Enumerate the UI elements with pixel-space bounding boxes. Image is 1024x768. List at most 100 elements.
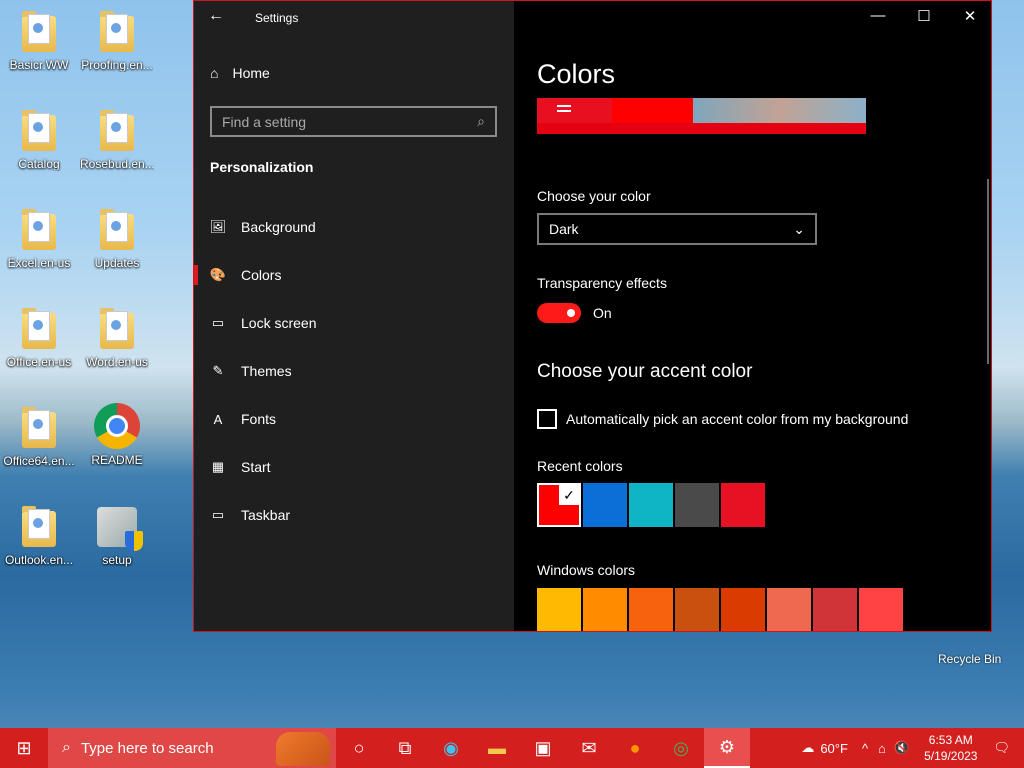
search-icon: ⌕ [62,739,71,756]
fonts-icon: A [213,411,223,427]
page-title: Colors [537,59,616,89]
maximize-icon[interactable]: ☐ [901,7,947,25]
desktop-icon-label: Updates [94,256,140,270]
windows-start-icon[interactable]: ⊞ [0,728,48,768]
cortana-icon[interactable]: ○ [336,728,382,768]
choose-color-dropdown[interactable]: Dark ⌄ [537,213,817,245]
transparency-toggle[interactable] [537,303,581,323]
desktop-icon-word[interactable]: Word.en-us [80,307,154,369]
search-input[interactable]: Find a setting ⌕ [210,106,497,137]
windows-color-swatch[interactable] [629,588,673,631]
desktop-icon-office64[interactable]: Office64.en... [2,406,76,468]
choose-color-label: Choose your color [537,188,651,204]
desktop-icon-label: Excel.en-us [7,256,71,270]
windows-color-swatch[interactable] [767,588,811,631]
sidebar-item-themes[interactable]: ✎ Themes [194,347,514,395]
toggle-state: On [593,305,612,321]
windows-color-swatch[interactable] [583,588,627,631]
search-placeholder: Find a setting [222,113,307,130]
desktop-icon-readme[interactable]: README [80,403,154,467]
windows-color-swatch[interactable] [859,588,903,631]
chevron-up-icon[interactable]: ^ [862,741,868,756]
recent-color-swatch[interactable] [721,483,765,527]
taskbar: ⊞ ⌕ Type here to search ○ ⧉ ◉ ▬ ▣ ✉ ● ◎ … [0,728,1024,768]
clock[interactable]: 6:53 AM 5/19/2023 [924,732,977,764]
store-icon[interactable]: ▣ [520,728,566,768]
close-icon[interactable]: ✕ [947,7,991,25]
recent-color-swatch[interactable] [675,483,719,527]
desktop-icon-label: Basicr.WW [9,58,69,72]
chevron-down-icon: ⌄ [793,220,805,237]
firefox-icon[interactable]: ● [612,728,658,768]
home-icon: ⌂ [210,65,219,81]
section-title: Personalization [210,159,314,175]
scrollbar[interactable] [987,179,989,364]
desktop-icon-proofing[interactable]: Proofing.en... [80,10,154,72]
notifications-icon[interactable]: 🗨 [993,740,1010,756]
task-view-icon[interactable]: ⧉ [382,728,428,768]
desktop-icon-updates[interactable]: Updates [80,208,154,270]
home-link[interactable]: ⌂ Home [210,65,270,81]
chrome-icon [94,403,140,449]
sidebar-item-background[interactable]: 🖼 Background [194,203,514,251]
setup-icon [97,507,143,551]
weather-temp[interactable]: 60°F [820,741,848,756]
windows-color-swatch[interactable] [721,588,765,631]
windows-color-swatch[interactable] [537,588,581,631]
taskbar-search-placeholder: Type here to search [80,739,214,757]
auto-pick-label: Automatically pick an accent color from … [566,411,909,427]
folder-icon [19,406,59,450]
taskbar-search[interactable]: ⌕ Type here to search [48,728,336,768]
desktop-icon-label: Office.en-us [6,355,72,369]
taskbar-icon: ▭ [211,507,225,522]
content-pane: — ☐ ✕ Colors Choose your color Dark ⌄ Tr… [514,1,991,631]
chrome-icon[interactable]: ◎ [658,728,704,768]
windows-colors-label: Windows colors [537,562,636,578]
recent-color-swatch[interactable] [537,483,581,527]
desktop-icon-label: Proofing.en... [81,58,153,72]
auto-pick-checkbox[interactable] [537,409,557,429]
recent-color-swatch[interactable] [583,483,627,527]
desktop-icon-rosebud[interactable]: Rosebud.en... [80,109,154,171]
clock-time: 6:53 AM [928,733,973,747]
folder-icon [97,10,137,54]
search-highlight-icon [276,732,330,766]
desktop-icon-label: setup [102,553,132,567]
clock-date: 5/19/2023 [924,749,978,763]
file-explorer-icon[interactable]: ▬ [474,728,520,768]
start-icon: ▦ [211,459,225,474]
desktop-icon-catalog[interactable]: Catalog [2,109,76,171]
weather-icon[interactable]: ☁ [801,740,814,756]
mail-icon[interactable]: ✉ [566,728,612,768]
recycle-bin-label: Recycle Bin [938,652,1002,666]
windows-color-swatch[interactable] [675,588,719,631]
recycle-bin[interactable]: Recycle Bin [938,652,1001,666]
recent-colors-label: Recent colors [537,458,623,474]
desktop-icon-basicr[interactable]: Basicr.WW [2,10,76,72]
back-arrow-icon[interactable]: ← [208,7,224,25]
folder-icon [19,10,59,54]
network-icon[interactable]: ⌂ [878,741,886,756]
sidebar-item-colors[interactable]: 🎨 Colors [194,251,514,299]
folder-icon [97,208,137,252]
palette-icon: 🎨 [209,267,227,282]
sidebar-item-taskbar[interactable]: ▭ Taskbar [194,491,514,539]
edge-icon[interactable]: ◉ [428,728,474,768]
volume-muted-icon[interactable]: 🔇 [894,740,910,756]
home-label: Home [232,65,270,81]
settings-gear-icon[interactable]: ⚙ [704,728,750,768]
sidebar-item-fonts[interactable]: A Fonts [194,395,514,443]
folder-icon [19,307,59,351]
desktop-icon-office[interactable]: Office.en-us [2,307,76,369]
windows-color-swatch[interactable] [813,588,857,631]
sidebar-item-label: Colors [241,267,282,283]
folder-icon [19,208,59,252]
sidebar-item-label: Taskbar [241,507,291,523]
desktop-icon-setup[interactable]: setup [80,507,154,567]
minimize-icon[interactable]: — [855,7,901,24]
desktop-icon-excel[interactable]: Excel.en-us [2,208,76,270]
desktop-icon-outlook[interactable]: Outlook.en... [2,505,76,567]
sidebar-item-lock-screen[interactable]: ▭ Lock screen [194,299,514,347]
recent-color-swatch[interactable] [629,483,673,527]
sidebar-item-start[interactable]: ▦ Start [194,443,514,491]
